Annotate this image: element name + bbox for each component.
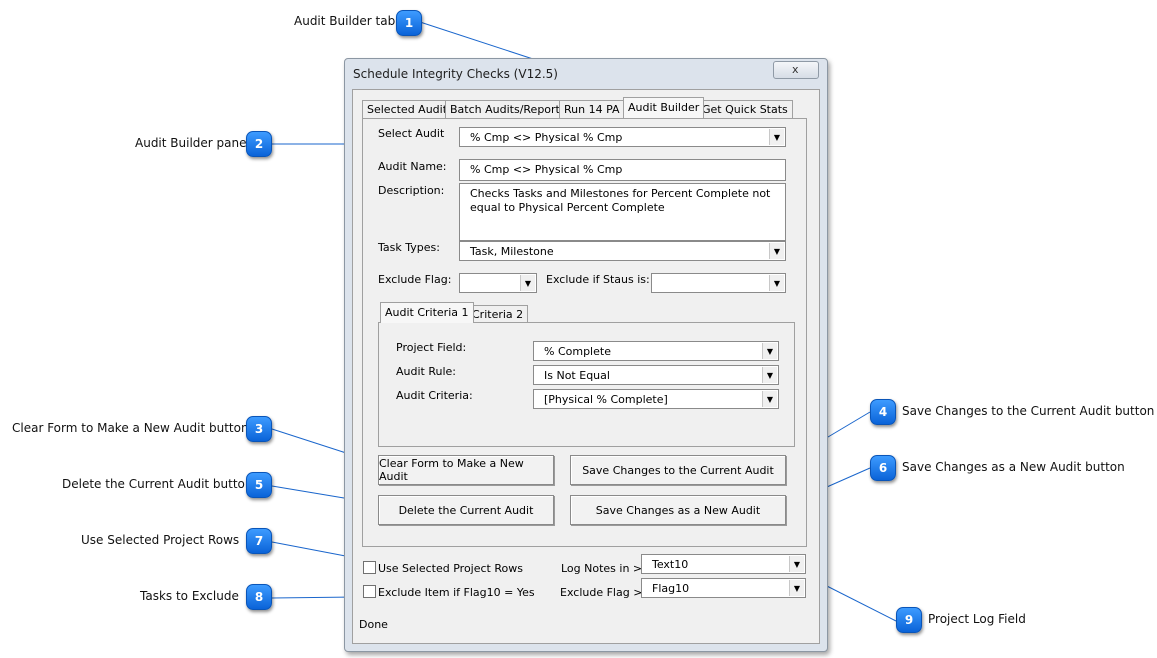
dialog-title: Schedule Integrity Checks (V12.5)	[353, 67, 558, 81]
callout-label-1: Audit Builder tab	[294, 14, 396, 28]
select-audit-combo[interactable]: % Cmp <> Physical % Cmp ▼	[459, 127, 786, 147]
callout-label-4: Save Changes to the Current Audit button	[902, 404, 1155, 418]
save-changes-current-audit-button[interactable]: Save Changes to the Current Audit	[570, 455, 786, 485]
chevron-down-icon[interactable]: ▼	[762, 391, 777, 407]
description-label: Description:	[378, 184, 445, 197]
exclude-flag-combo[interactable]: ▼	[459, 273, 537, 293]
tab-get-quick-stats[interactable]: Get Quick Stats	[697, 100, 793, 118]
select-audit-value: % Cmp <> Physical % Cmp	[470, 131, 623, 144]
callout-label-9: Project Log Field	[928, 612, 1026, 626]
audit-rule-value: Is Not Equal	[544, 369, 610, 382]
dialog-client-area: Selected Audit Batch Audits/Reports Run …	[352, 89, 820, 644]
save-changes-new-audit-button[interactable]: Save Changes as a New Audit	[570, 495, 786, 525]
footer-exclude-flag-value: Flag10	[652, 582, 690, 595]
exclude-status-combo[interactable]: ▼	[651, 273, 786, 293]
log-notes-label: Log Notes in >	[561, 562, 643, 575]
callout-badge-5: 5	[246, 472, 272, 498]
select-audit-label: Select Audit	[378, 127, 445, 140]
clear-form-button[interactable]: Clear Form to Make a New Audit	[378, 455, 554, 485]
audit-rule-combo[interactable]: Is Not Equal ▼	[533, 365, 779, 385]
description-value: Checks Tasks and Milestones for Percent …	[470, 187, 771, 214]
audit-rule-label: Audit Rule:	[396, 365, 456, 378]
callout-badge-4: 4	[870, 399, 896, 425]
exclude-flag-label: Exclude Flag:	[378, 273, 452, 286]
callout-label-3: Clear Form to Make a New Audit button	[12, 421, 249, 435]
callout-badge-6: 6	[870, 455, 896, 481]
use-selected-rows-checkbox[interactable]	[363, 561, 376, 574]
exclude-item-checkbox[interactable]	[363, 585, 376, 598]
tab-run-14-pa[interactable]: Run 14 PA	[559, 100, 625, 118]
schedule-integrity-dialog: Schedule Integrity Checks (V12.5) x Sele…	[344, 58, 828, 652]
tab-audit-criteria-1[interactable]: Audit Criteria 1	[380, 302, 474, 323]
callout-label-7: Use Selected Project Rows	[81, 533, 240, 547]
callout-label-6: Save Changes as a New Audit button	[902, 460, 1125, 474]
chevron-down-icon[interactable]: ▼	[769, 275, 784, 291]
exclude-status-label: Exclude if Staus is:	[546, 273, 650, 286]
chevron-down-icon[interactable]: ▼	[789, 580, 804, 596]
project-field-value: % Complete	[544, 345, 611, 358]
tab-selected-audit[interactable]: Selected Audit	[362, 100, 453, 118]
callout-badge-7: 7	[246, 528, 272, 554]
tab-batch-audits-reports[interactable]: Batch Audits/Reports	[445, 100, 571, 118]
project-field-combo[interactable]: % Complete ▼	[533, 341, 779, 361]
audit-name-input[interactable]: % Cmp <> Physical % Cmp	[459, 159, 786, 181]
audit-name-label: Audit Name:	[378, 160, 447, 173]
callout-label-8: Tasks to Exclude	[140, 589, 239, 603]
audit-criteria-label: Audit Criteria:	[396, 389, 473, 402]
callout-badge-3: 3	[246, 416, 272, 442]
chevron-down-icon[interactable]: ▼	[762, 367, 777, 383]
status-text: Done	[359, 618, 388, 631]
task-types-value: Task, Milestone	[470, 245, 554, 258]
log-notes-value: Text10	[652, 558, 689, 571]
log-notes-combo[interactable]: Text10 ▼	[641, 554, 806, 574]
callout-badge-9: 9	[896, 607, 922, 633]
chevron-down-icon[interactable]: ▼	[769, 129, 784, 145]
chevron-down-icon[interactable]: ▼	[762, 343, 777, 359]
exclude-item-label: Exclude Item if Flag10 = Yes	[378, 586, 535, 599]
tab-audit-builder[interactable]: Audit Builder	[623, 97, 705, 118]
footer-exclude-flag-combo[interactable]: Flag10 ▼	[641, 578, 806, 598]
audit-criteria-value: [Physical % Complete]	[544, 393, 668, 406]
tab-criteria-2[interactable]: Criteria 2	[467, 305, 529, 323]
callout-label-2: Audit Builder pane	[135, 136, 247, 150]
audit-criteria-pane: Project Field: % Complete ▼ Audit Rule: …	[378, 322, 795, 447]
audit-criteria-combo[interactable]: [Physical % Complete] ▼	[533, 389, 779, 409]
audit-name-value: % Cmp <> Physical % Cmp	[470, 163, 623, 176]
chevron-down-icon[interactable]: ▼	[520, 275, 535, 291]
task-types-label: Task Types:	[378, 241, 440, 254]
callout-badge-2: 2	[246, 131, 272, 157]
callout-badge-1: 1	[396, 10, 422, 36]
project-field-label: Project Field:	[396, 341, 467, 354]
use-selected-rows-label: Use Selected Project Rows	[378, 562, 523, 575]
callout-label-5: Delete the Current Audit button	[62, 477, 253, 491]
chevron-down-icon[interactable]: ▼	[789, 556, 804, 572]
close-icon: x	[792, 63, 799, 76]
close-button[interactable]: x	[773, 61, 819, 79]
task-types-combo[interactable]: Task, Milestone ▼	[459, 241, 786, 261]
delete-current-audit-button[interactable]: Delete the Current Audit	[378, 495, 554, 525]
footer-exclude-flag-label: Exclude Flag >	[560, 586, 643, 599]
callout-badge-8: 8	[246, 584, 272, 610]
description-textarea[interactable]: Checks Tasks and Milestones for Percent …	[459, 183, 786, 241]
chevron-down-icon[interactable]: ▼	[769, 243, 784, 259]
audit-builder-pane: Select Audit % Cmp <> Physical % Cmp ▼ A…	[362, 118, 807, 547]
